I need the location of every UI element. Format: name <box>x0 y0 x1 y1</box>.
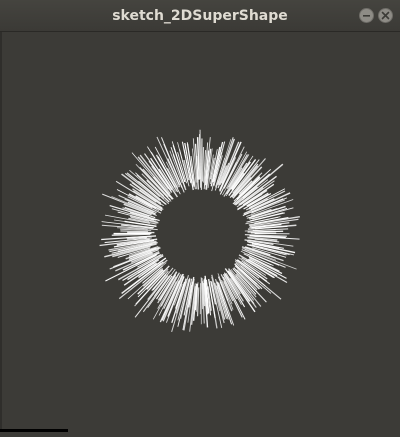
spike-line <box>248 231 284 232</box>
minimize-icon <box>362 11 371 20</box>
supershape-drawing <box>0 32 400 432</box>
close-button[interactable] <box>378 8 393 23</box>
spike-line <box>200 130 201 188</box>
app-window: sketch_2DSuperShape <box>0 0 400 432</box>
spike-ring <box>100 130 300 332</box>
window-title: sketch_2DSuperShape <box>0 0 400 32</box>
close-icon <box>381 11 390 20</box>
minimize-button[interactable] <box>359 8 374 23</box>
sketch-canvas[interactable] <box>0 32 400 432</box>
title-bar[interactable]: sketch_2DSuperShape <box>0 0 400 32</box>
spike-line <box>202 147 203 181</box>
spike-line <box>201 138 202 189</box>
spike-line <box>120 231 148 232</box>
spike-line <box>112 234 150 235</box>
window-edge <box>0 32 2 432</box>
